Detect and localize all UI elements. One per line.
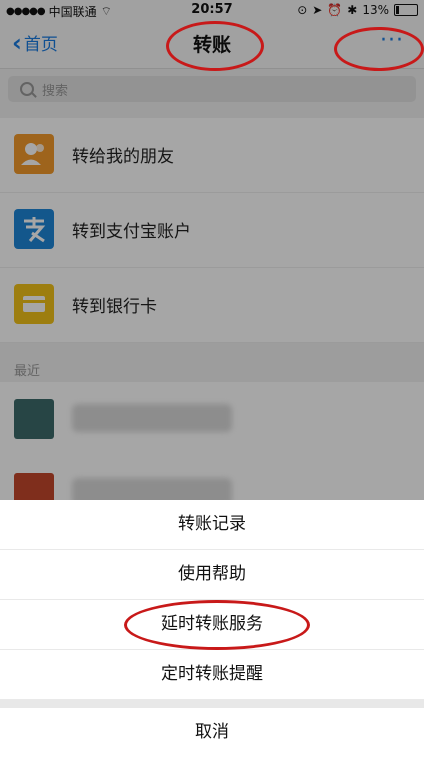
scheduled-reminder-option[interactable]: 定时转账提醒 (0, 650, 424, 700)
transfer-records-option[interactable]: 转账记录 (0, 500, 424, 550)
phone-screen: ●●●●● 中国联通 ⌔ 20:57 ⊙ ➤ ⏰ ✱ 13% ‹ 首页 转账 ·… (0, 0, 424, 757)
cancel-button[interactable]: 取消 (0, 708, 424, 757)
action-sheet: 转账记录 使用帮助 延时转账服务 定时转账提醒 取消 (0, 500, 424, 757)
sheet-divider (0, 700, 424, 708)
help-option[interactable]: 使用帮助 (0, 550, 424, 600)
delayed-transfer-option[interactable]: 延时转账服务 (0, 600, 424, 650)
